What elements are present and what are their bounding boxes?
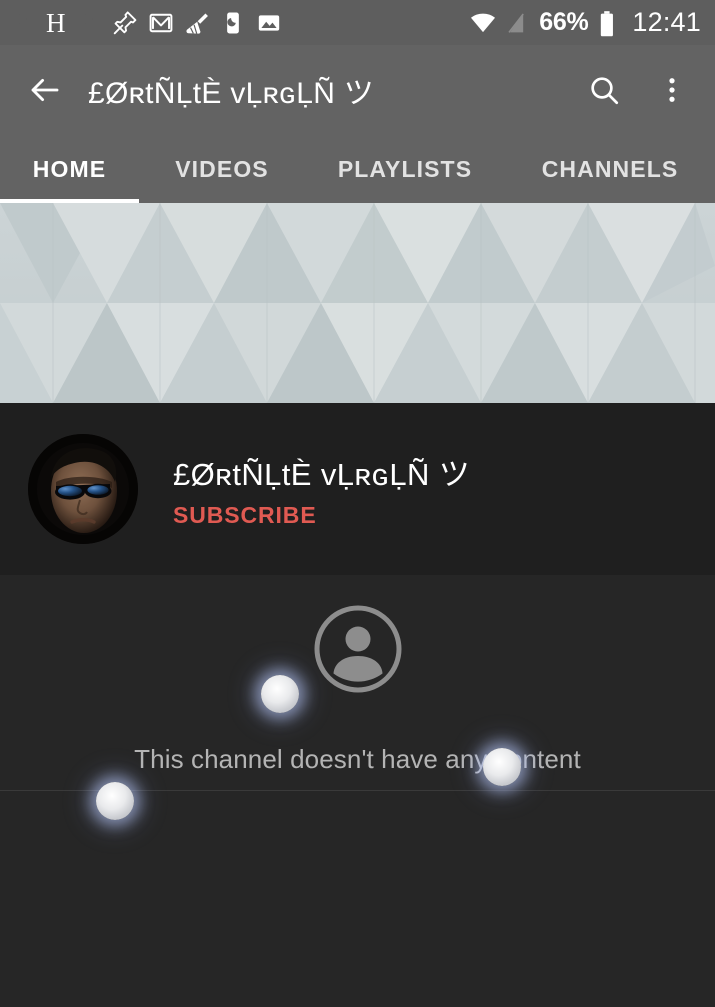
- dnd-phone-icon: [220, 10, 246, 36]
- tab-channels[interactable]: CHANNELS: [505, 135, 715, 203]
- youtube-channel-screen: H 66% 12:41 £ØʀtÑḶtÈ vḶʀɢḶÑ ツ HOME VIDEO…: [0, 0, 715, 1007]
- pin-icon: [112, 10, 138, 36]
- tab-home-label: HOME: [32, 155, 107, 182]
- tab-playlists[interactable]: PLAYLISTS: [305, 135, 505, 203]
- clock-label: 12:41: [632, 7, 701, 37]
- back-arrow-icon[interactable]: [22, 67, 68, 113]
- tab-videos[interactable]: VIDEOS: [139, 135, 305, 203]
- gmail-icon: [148, 10, 174, 36]
- account-circle-icon: [312, 603, 404, 700]
- tab-videos-label: VIDEOS: [175, 155, 269, 182]
- tab-playlists-label: PLAYLISTS: [337, 155, 473, 182]
- channel-tab-bar: HOME VIDEOS PLAYLISTS CHANNELS: [0, 135, 715, 203]
- toolbar-actions: [583, 69, 693, 111]
- page-title: £ØʀtÑḶtÈ vḶʀɢḶÑ ツ: [88, 77, 375, 110]
- channel-name: £ØʀtÑḶtÈ vḶʀɢḶÑ ツ: [173, 457, 471, 492]
- battery-percent-label: 66%: [539, 8, 589, 36]
- h-letter-icon: H: [46, 7, 66, 38]
- floating-bubble-2[interactable]: [483, 748, 521, 786]
- photo-icon: [256, 10, 282, 36]
- floating-bubble-1[interactable]: [261, 675, 299, 713]
- status-bar-system-icons: 66% 12:41: [469, 7, 701, 38]
- tab-channels-label: CHANNELS: [541, 155, 679, 182]
- channel-header: £ØʀtÑḶtÈ vḶʀɢḶÑ ツ SUBSCRIBE: [0, 403, 715, 575]
- channel-banner: [0, 203, 715, 403]
- more-vertical-icon[interactable]: [651, 69, 693, 111]
- youtube-icon-2: [76, 10, 102, 36]
- subscribe-button[interactable]: SUBSCRIBE: [173, 502, 470, 529]
- channel-meta: £ØʀtÑḶtÈ vḶʀɢḶÑ ツ SUBSCRIBE: [173, 449, 470, 529]
- search-icon[interactable]: [583, 69, 625, 111]
- broom-icon: [184, 10, 210, 36]
- no-sim-icon: [504, 10, 530, 36]
- channel-avatar[interactable]: [28, 434, 138, 544]
- floating-bubble-3[interactable]: [96, 782, 134, 820]
- tab-home[interactable]: HOME: [0, 135, 139, 203]
- status-bar-notification-icons: H: [10, 7, 282, 38]
- banner-triangle-pattern: [0, 203, 715, 403]
- status-bar: H 66% 12:41: [0, 0, 715, 45]
- app-toolbar: £ØʀtÑḶtÈ vḶʀɢḶÑ ツ: [0, 45, 715, 135]
- battery-icon: [597, 10, 623, 36]
- youtube-icon: [10, 10, 36, 36]
- wifi-icon: [469, 10, 496, 36]
